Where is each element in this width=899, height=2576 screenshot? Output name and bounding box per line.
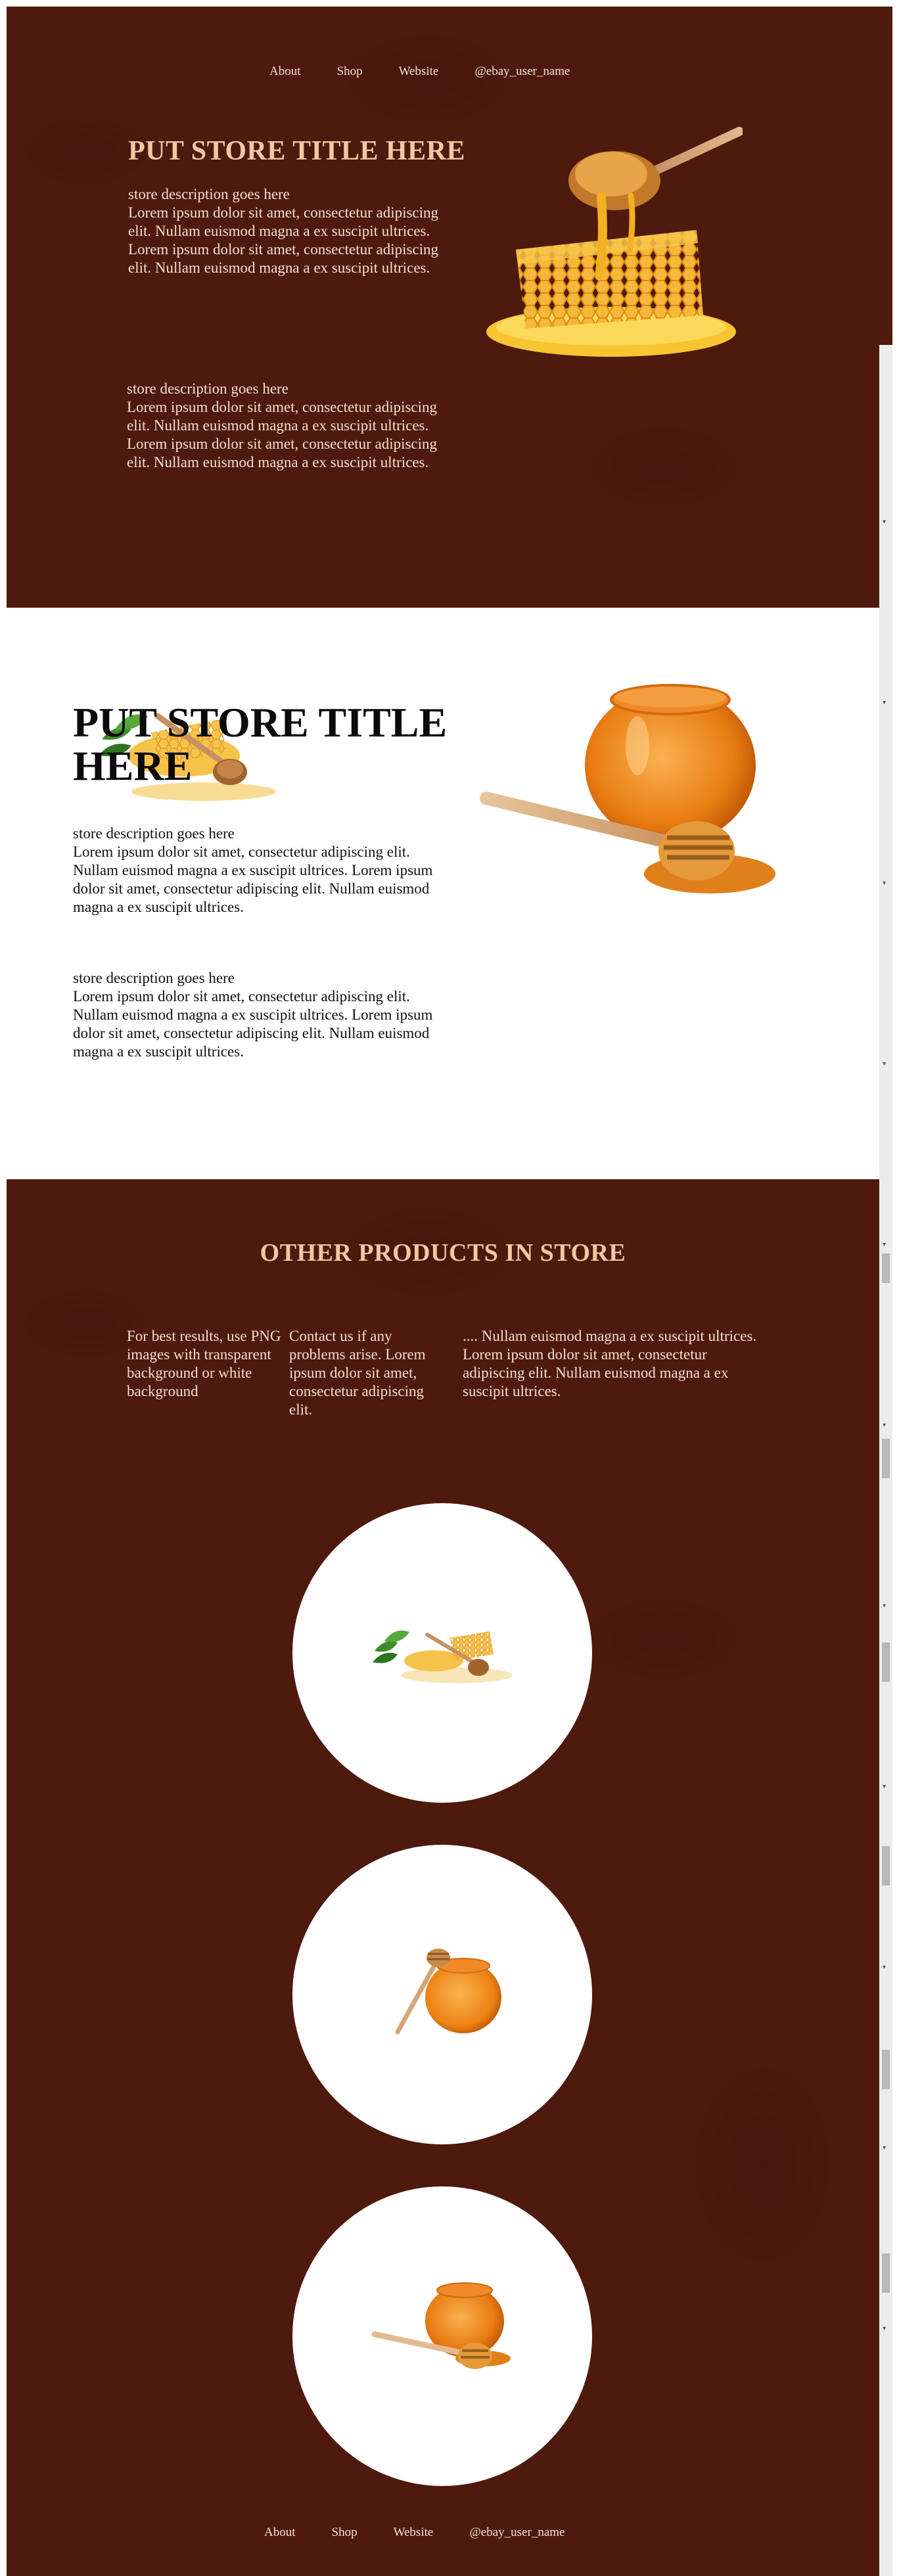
info-column-1: For best results, use PNG images with tr… <box>127 1328 281 1399</box>
scroll-thumb[interactable] <box>882 1846 890 1886</box>
scroll-thumb[interactable] <box>882 2050 890 2089</box>
scroll-thumb[interactable] <box>882 1439 890 1478</box>
scroll-down-arrow-icon[interactable]: ▾ <box>883 2145 886 2152</box>
nav-website-link[interactable]: Website <box>399 64 439 79</box>
scroll-down-arrow-icon[interactable]: ▾ <box>883 1242 886 1248</box>
scroll-down-arrow-icon[interactable]: ▾ <box>883 1784 886 1790</box>
store-description-1: store description goes here Lorem ipsum … <box>73 825 454 916</box>
store-description-heading: store description goes here <box>128 186 290 202</box>
product-card[interactable] <box>292 1845 592 2144</box>
scroll-down-arrow-icon[interactable]: ▾ <box>883 880 886 887</box>
store-title: PUT STORE TITLE HERE <box>73 699 448 789</box>
honeycomb-image <box>373 1630 513 1683</box>
scroll-down-arrow-icon[interactable]: ▾ <box>883 2326 886 2332</box>
honey-jar-image <box>395 1949 501 2035</box>
store-description-heading: store description goes here <box>73 970 235 986</box>
scroll-down-arrow-icon[interactable]: ▾ <box>883 1061 886 1068</box>
scroll-thumb[interactable] <box>882 1642 890 1682</box>
nav-shop-link[interactable]: Shop <box>337 64 363 79</box>
nav-about-link[interactable]: About <box>264 2525 296 2540</box>
top-nav: About Shop Website @ebay_user_name <box>269 64 606 79</box>
honey-jar-image <box>480 684 775 893</box>
honey-jar-image <box>371 2282 511 2369</box>
store-description-1: store description goes here Lorem ipsum … <box>128 185 444 277</box>
scroll-down-arrow-icon[interactable]: ▾ <box>883 1422 886 1429</box>
store-description-heading: store description goes here <box>73 825 235 842</box>
product-card[interactable] <box>292 2186 592 2486</box>
scrollbar[interactable]: ▾ ▾ ▾ ▾ ▾ ▾ ▾ ▾ ▾ ▾ ▾ <box>879 345 892 2576</box>
info-column-3: .... Nullam euismod magna a ex suscipit … <box>463 1328 757 1399</box>
scroll-down-arrow-icon[interactable]: ▾ <box>883 700 886 706</box>
store-description-body: Lorem ipsum dolor sit amet, consectetur … <box>127 399 438 470</box>
nav-website-link[interactable]: Website <box>394 2525 434 2540</box>
store-title: PUT STORE TITLE HERE <box>128 136 466 166</box>
store-description-body: Lorem ipsum dolor sit amet, consectetur … <box>128 204 439 276</box>
header-section: About Shop Website @ebay_user_name PUT S… <box>7 7 892 608</box>
nav-user-link[interactable]: @ebay_user_name <box>469 2525 565 2540</box>
scroll-thumb[interactable] <box>882 1254 890 1283</box>
section-title: OTHER PRODUCTS IN STORE <box>260 1239 626 1267</box>
other-products-section: OTHER PRODUCTS IN STORE For best results… <box>7 1179 879 2576</box>
info-column-2: Contact us if any problems arise. Lorem … <box>289 1328 426 1418</box>
nav-shop-link[interactable]: Shop <box>332 2525 357 2540</box>
nav-user-link[interactable]: @ebay_user_name <box>474 64 570 79</box>
store-description-body: Lorem ipsum dolor sit amet, consectetur … <box>73 844 433 915</box>
scroll-down-arrow-icon[interactable]: ▾ <box>883 1603 886 1610</box>
product-card[interactable] <box>292 1503 592 1803</box>
nav-about-link[interactable]: About <box>269 64 301 79</box>
bottom-nav: About Shop Website @ebay_user_name <box>264 2525 601 2540</box>
store-intro-section: PUT STORE TITLE HERE store description g… <box>7 608 879 1179</box>
store-description-heading: store description goes here <box>127 380 288 397</box>
scroll-down-arrow-icon[interactable]: ▾ <box>883 519 886 526</box>
scroll-down-arrow-icon[interactable]: ▾ <box>883 1964 886 1971</box>
store-description-2: store description goes here Lorem ipsum … <box>73 969 454 1061</box>
honeycomb-image <box>486 127 743 357</box>
store-description-2: store description goes here Lorem ipsum … <box>127 380 442 472</box>
store-description-body: Lorem ipsum dolor sit amet, consectetur … <box>73 988 433 1060</box>
scroll-thumb[interactable] <box>882 2253 890 2293</box>
